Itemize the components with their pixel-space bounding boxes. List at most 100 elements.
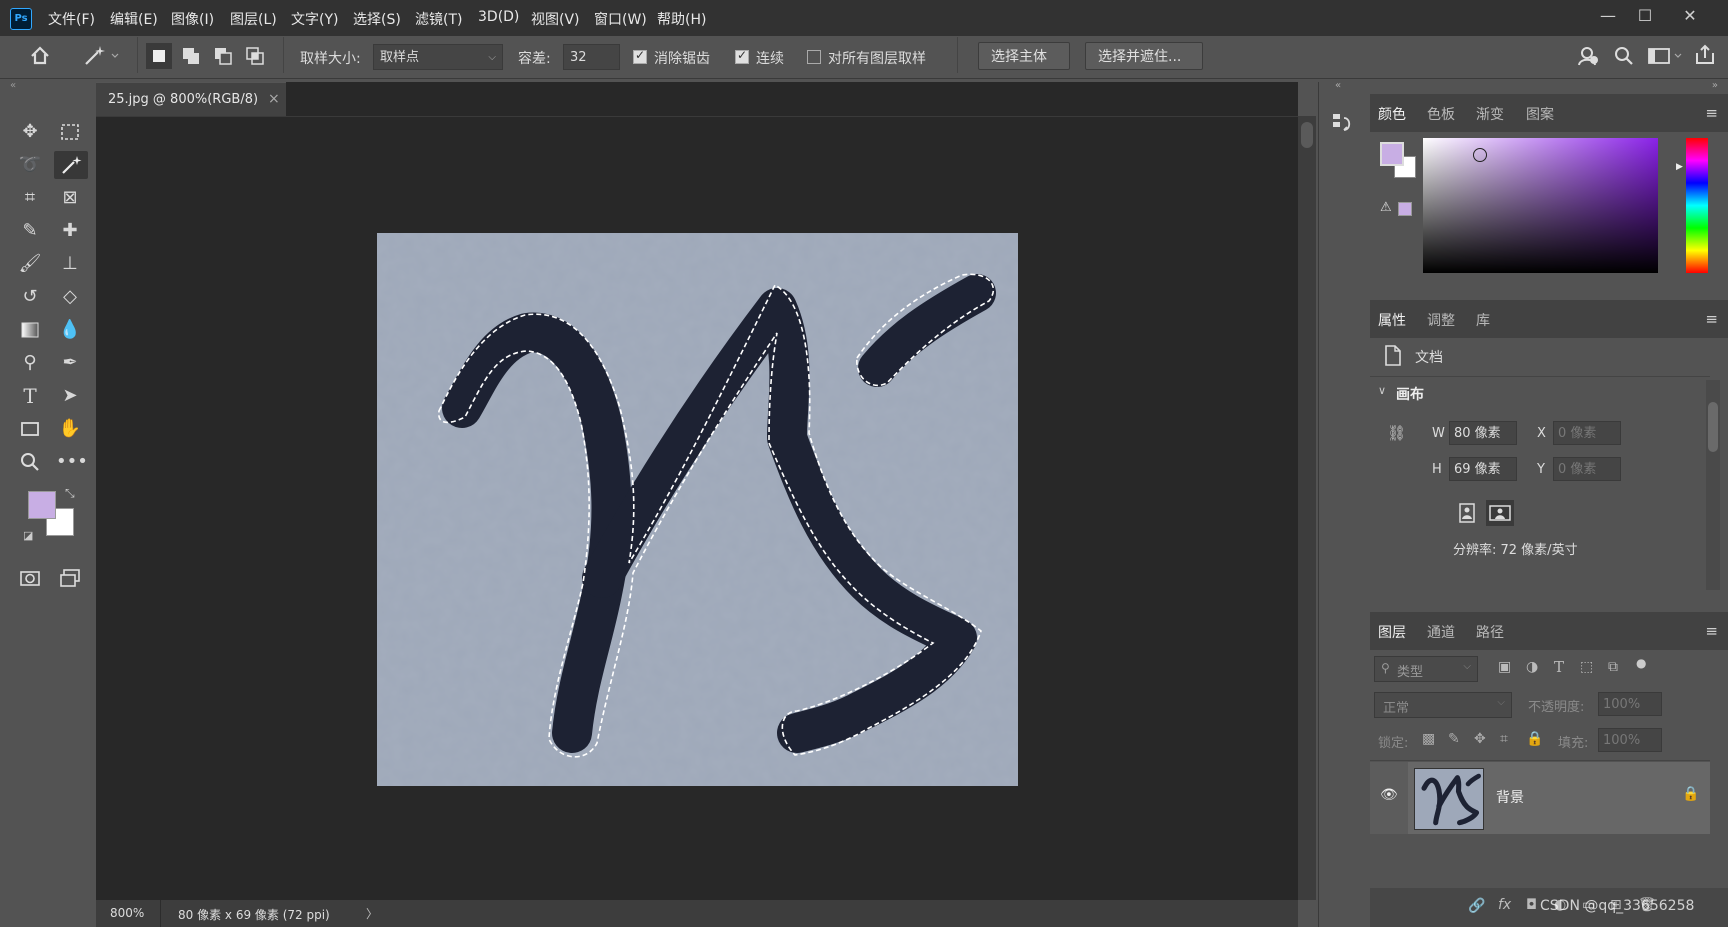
type-layer-filter-icon[interactable]: T	[1554, 658, 1564, 676]
maximize-button[interactable]: ☐	[1633, 4, 1657, 28]
tab-color[interactable]: 颜色	[1378, 104, 1406, 124]
new-selection-icon[interactable]	[146, 43, 172, 69]
blur-tool-icon[interactable]: 💧	[56, 316, 84, 344]
menu-view[interactable]: 视图(V)	[531, 9, 580, 29]
workspace-icon[interactable]	[1646, 44, 1686, 68]
swap-colors-icon[interactable]: ⤡	[65, 486, 75, 501]
sample-size-select[interactable]: 取样点 ⌵	[373, 44, 503, 70]
menu-layer[interactable]: 图层(L)	[230, 9, 277, 29]
sample-all-layers-checkbox[interactable]	[807, 50, 821, 64]
height-input[interactable]: 69 像素	[1449, 457, 1517, 481]
tab-libraries[interactable]: 库	[1476, 310, 1490, 330]
history-panel-icon[interactable]	[1329, 110, 1355, 136]
screen-mode-icon[interactable]	[56, 564, 84, 592]
more-tools-icon[interactable]: •••	[56, 448, 88, 476]
tab-channels[interactable]: 通道	[1427, 622, 1455, 642]
tab-properties[interactable]: 属性	[1378, 310, 1406, 330]
expand-dock-icon[interactable]: «	[1335, 80, 1341, 91]
collapse-panels-icon[interactable]: »	[1712, 80, 1718, 91]
close-window-button[interactable]: ✕	[1678, 4, 1702, 28]
menu-3d[interactable]: 3D(D)	[478, 9, 519, 25]
collapse-toolbar-icon[interactable]: «	[10, 80, 16, 91]
scrollbar-thumb[interactable]	[1301, 122, 1313, 148]
gradient-tool-icon[interactable]	[16, 316, 44, 344]
chevron-down-icon[interactable]: ∨	[1378, 384, 1386, 397]
tab-gradients[interactable]: 渐变	[1476, 104, 1504, 124]
select-and-mask-button[interactable]: 选择并遮住...	[1085, 42, 1203, 70]
hand-tool-icon[interactable]: ✋	[56, 415, 84, 443]
intersect-selection-icon[interactable]	[242, 43, 268, 69]
lasso-tool-icon[interactable]: ➰	[16, 151, 44, 179]
menu-type[interactable]: 文字(Y)	[291, 9, 338, 29]
lock-artboard-icon[interactable]: ⌗	[1500, 731, 1508, 747]
eye-icon[interactable]: 👁	[1380, 787, 1398, 803]
menu-select[interactable]: 选择(S)	[353, 9, 401, 29]
quick-mask-icon[interactable]	[16, 564, 44, 592]
adjustment-layer-filter-icon[interactable]: ◑	[1526, 659, 1538, 675]
canvas-section-title[interactable]: 画布	[1396, 384, 1424, 404]
gamut-warning-icon[interactable]: ⚠	[1380, 200, 1392, 215]
y-input[interactable]: 0 像素	[1553, 457, 1621, 481]
tolerance-input[interactable]: 32	[563, 44, 620, 70]
scrollbar-thumb[interactable]	[1708, 402, 1718, 452]
healing-brush-tool-icon[interactable]: ✚	[56, 217, 84, 245]
layer-mask-icon[interactable]: ◘	[1526, 897, 1537, 913]
tab-adjustments[interactable]: 调整	[1427, 310, 1455, 330]
move-tool-icon[interactable]: ✥	[16, 118, 44, 146]
panel-menu-icon[interactable]: ≡	[1705, 310, 1718, 328]
brush-tool-icon[interactable]: 🖌	[16, 250, 44, 278]
lock-transparent-pixels-icon[interactable]: ▩	[1422, 731, 1435, 747]
pen-tool-icon[interactable]: ✒	[56, 349, 84, 377]
menu-edit[interactable]: 编辑(E)	[110, 9, 158, 29]
menu-filter[interactable]: 滤镜(T)	[415, 9, 462, 29]
share-icon[interactable]	[1692, 42, 1718, 68]
panel-foreground-swatch[interactable]	[1380, 142, 1404, 166]
layer-filter-select[interactable]: ⚲ 类型 ⌵	[1374, 656, 1478, 682]
filter-toggle-icon[interactable]: ●	[1636, 656, 1646, 670]
x-input[interactable]: 0 像素	[1553, 421, 1621, 445]
layer-row-background[interactable]: 背景 🔒	[1408, 762, 1710, 834]
smart-object-filter-icon[interactable]: ⧉	[1608, 659, 1618, 675]
saturation-brightness-field[interactable]	[1423, 138, 1658, 273]
layer-lock-icon[interactable]: 🔒	[1682, 786, 1699, 802]
search-icon[interactable]	[1612, 44, 1636, 68]
eraser-tool-icon[interactable]: ◇	[56, 283, 84, 311]
menu-image[interactable]: 图像(I)	[171, 9, 214, 29]
fill-input[interactable]: 100%	[1598, 728, 1662, 752]
marquee-tool-icon[interactable]	[56, 118, 84, 146]
antialias-checkbox[interactable]	[633, 48, 647, 64]
landscape-orientation-icon[interactable]	[1486, 500, 1514, 526]
document-tab[interactable]: 25.jpg @ 800%(RGB/8) ×	[96, 82, 286, 117]
magic-wand-tool-icon[interactable]	[54, 151, 88, 179]
tab-patterns[interactable]: 图案	[1526, 104, 1554, 124]
tab-layers[interactable]: 图层	[1378, 622, 1406, 642]
shape-layer-filter-icon[interactable]: ⬚	[1580, 659, 1593, 675]
lock-position-icon[interactable]: ✥	[1474, 731, 1486, 747]
fx-icon[interactable]: fx	[1498, 897, 1511, 913]
subtract-from-selection-icon[interactable]	[210, 43, 236, 69]
add-to-selection-icon[interactable]	[178, 43, 204, 69]
pixel-layer-filter-icon[interactable]: ▣	[1498, 659, 1511, 675]
default-colors-icon[interactable]: ◪	[23, 529, 33, 542]
canvas-image[interactable]	[377, 233, 1018, 786]
menu-file[interactable]: 文件(F)	[48, 9, 95, 29]
home-icon[interactable]	[26, 42, 54, 70]
path-selection-tool-icon[interactable]: ➤	[56, 382, 84, 410]
status-arrow-icon[interactable]: 〉	[366, 905, 378, 922]
type-tool-icon[interactable]: T	[16, 382, 44, 410]
lock-image-pixels-icon[interactable]: ✎	[1448, 731, 1460, 747]
portrait-orientation-icon[interactable]	[1454, 500, 1480, 526]
color-swatches[interactable]	[1380, 142, 1416, 178]
menu-help[interactable]: 帮助(H)	[657, 9, 706, 29]
crop-tool-icon[interactable]: ⌗	[16, 184, 44, 212]
eyedropper-tool-icon[interactable]: ✎	[16, 217, 44, 245]
width-input[interactable]: 80 像素	[1449, 421, 1517, 445]
panel-menu-icon[interactable]: ≡	[1705, 622, 1718, 640]
zoom-level[interactable]: 800%	[110, 906, 144, 920]
history-brush-tool-icon[interactable]: ↺	[16, 283, 44, 311]
color-picker-cursor[interactable]	[1473, 148, 1487, 162]
foreground-color-swatch[interactable]	[28, 491, 56, 519]
rectangle-tool-icon[interactable]	[16, 415, 44, 443]
minimize-button[interactable]: —	[1596, 4, 1620, 28]
tab-paths[interactable]: 路径	[1476, 622, 1504, 642]
